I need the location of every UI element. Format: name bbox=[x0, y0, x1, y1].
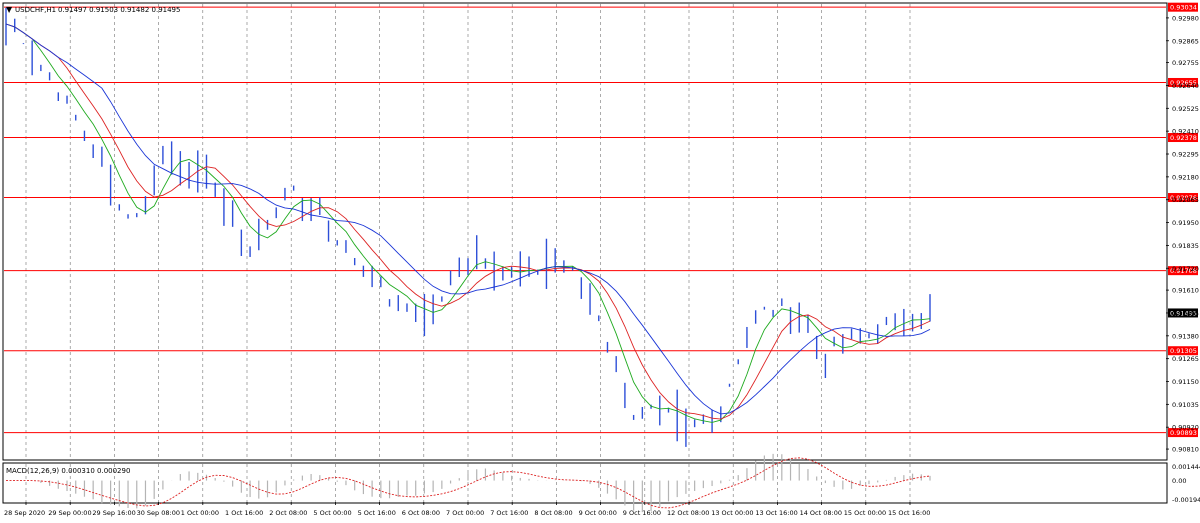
x-tick-label: 1 Oct 00:00 bbox=[181, 509, 219, 517]
y-tick-label: 0.92865 bbox=[1172, 37, 1199, 45]
y-tick-label: 0.91495 bbox=[1172, 309, 1199, 317]
macd-y-tick-label: 0.00 bbox=[1172, 477, 1186, 485]
x-tick-label: 1 Oct 16:00 bbox=[225, 509, 263, 517]
x-tick-label: 2 Oct 08:00 bbox=[269, 509, 307, 517]
y-tick-label: 0.91035 bbox=[1172, 401, 1199, 409]
y-tick-label: 0.92295 bbox=[1172, 151, 1199, 159]
y-tick-label: 0.92410 bbox=[1172, 128, 1199, 136]
main-chart-area[interactable] bbox=[2, 2, 1168, 461]
y-tick-label: 0.91835 bbox=[1172, 242, 1199, 250]
macd-label: MACD(12,26,9) 0.000310 0.000290 bbox=[6, 467, 130, 475]
macd-y-tick-label: -0.001949 bbox=[1172, 496, 1200, 504]
x-tick-label: 13 Oct 16:00 bbox=[755, 509, 797, 517]
x-tick-label: 7 Oct 16:00 bbox=[490, 509, 528, 517]
macd-y-tick-label: 0.001444 bbox=[1172, 463, 1200, 471]
y-tick-label: 0.92065 bbox=[1172, 196, 1199, 204]
x-tick-label: 15 Oct 16:00 bbox=[888, 509, 930, 517]
y-tick-label: 0.91610 bbox=[1172, 287, 1199, 295]
y-tick-label: 0.91380 bbox=[1172, 332, 1199, 340]
y-tick-label: 0.91265 bbox=[1172, 355, 1199, 363]
symbol-label: USDCHF,H1 bbox=[15, 6, 56, 14]
x-tick-label: 6 Oct 08:00 bbox=[402, 509, 440, 517]
x-tick-label: 5 Oct 00:00 bbox=[313, 509, 351, 517]
macd-window[interactable] bbox=[2, 462, 1168, 504]
x-tick-label: 29 Sep 16:00 bbox=[92, 509, 135, 517]
x-tick-label: 14 Oct 08:00 bbox=[800, 509, 842, 517]
x-tick-label: 29 Sep 00:00 bbox=[48, 509, 91, 517]
x-tick-label: 12 Oct 08:00 bbox=[667, 509, 709, 517]
level-price-label: 0.91305 bbox=[1170, 347, 1197, 355]
y-tick-label: 0.91720 bbox=[1172, 265, 1199, 273]
x-tick-label: 5 Oct 16:00 bbox=[358, 509, 396, 517]
x-tick-label: 15 Oct 00:00 bbox=[844, 509, 886, 517]
x-tick-label: 30 Sep 08:00 bbox=[137, 509, 180, 517]
y-tick-label: 0.92755 bbox=[1172, 59, 1199, 67]
y-tick-label: 0.91150 bbox=[1172, 378, 1199, 386]
trading-chart[interactable]: 0.930340.926550.923780.920760.917080.913… bbox=[0, 0, 1200, 523]
y-tick-label: 0.92180 bbox=[1172, 173, 1199, 181]
x-tick-label: 8 Oct 08:00 bbox=[534, 509, 572, 517]
y-tick-label: 0.92640 bbox=[1172, 82, 1199, 90]
x-tick-label: 9 Oct 16:00 bbox=[623, 509, 661, 517]
x-tick-label: 7 Oct 00:00 bbox=[446, 509, 484, 517]
y-tick-label: 0.91950 bbox=[1172, 219, 1199, 227]
ohlc-label: 0.91497 0.91503 0.91482 0.91495 bbox=[58, 6, 180, 14]
y-tick-label: 0.90810 bbox=[1172, 446, 1199, 454]
symbol-dropdown-icon[interactable]: ▼ bbox=[6, 5, 13, 14]
y-tick-label: 0.92980 bbox=[1172, 14, 1199, 22]
x-tick-label: 9 Oct 00:00 bbox=[579, 509, 617, 517]
x-tick-label: 28 Sep 2020 bbox=[4, 509, 45, 517]
y-tick-label: 0.90920 bbox=[1172, 424, 1199, 432]
level-price-label: 0.93034 bbox=[1170, 4, 1197, 12]
x-tick-label: 13 Oct 00:00 bbox=[711, 509, 753, 517]
y-tick-label: 0.92525 bbox=[1172, 105, 1199, 113]
